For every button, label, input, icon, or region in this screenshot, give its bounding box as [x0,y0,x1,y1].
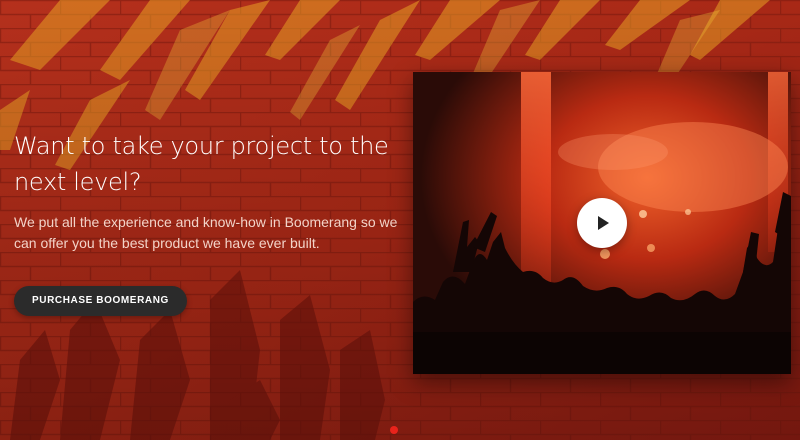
hero-section: Want to take your project to the next le… [0,0,800,440]
hero-content: Want to take your project to the next le… [14,128,409,316]
play-icon [598,216,609,230]
purchase-button[interactable]: PURCHASE BOOMERANG [14,286,187,316]
hero-description: We put all the experience and know-how i… [14,214,398,251]
slider-indicator-dot[interactable] [390,426,398,434]
hero-title: Want to take your project to the next le… [14,132,389,196]
play-button[interactable] [577,198,627,248]
video-thumbnail[interactable] [413,72,791,374]
